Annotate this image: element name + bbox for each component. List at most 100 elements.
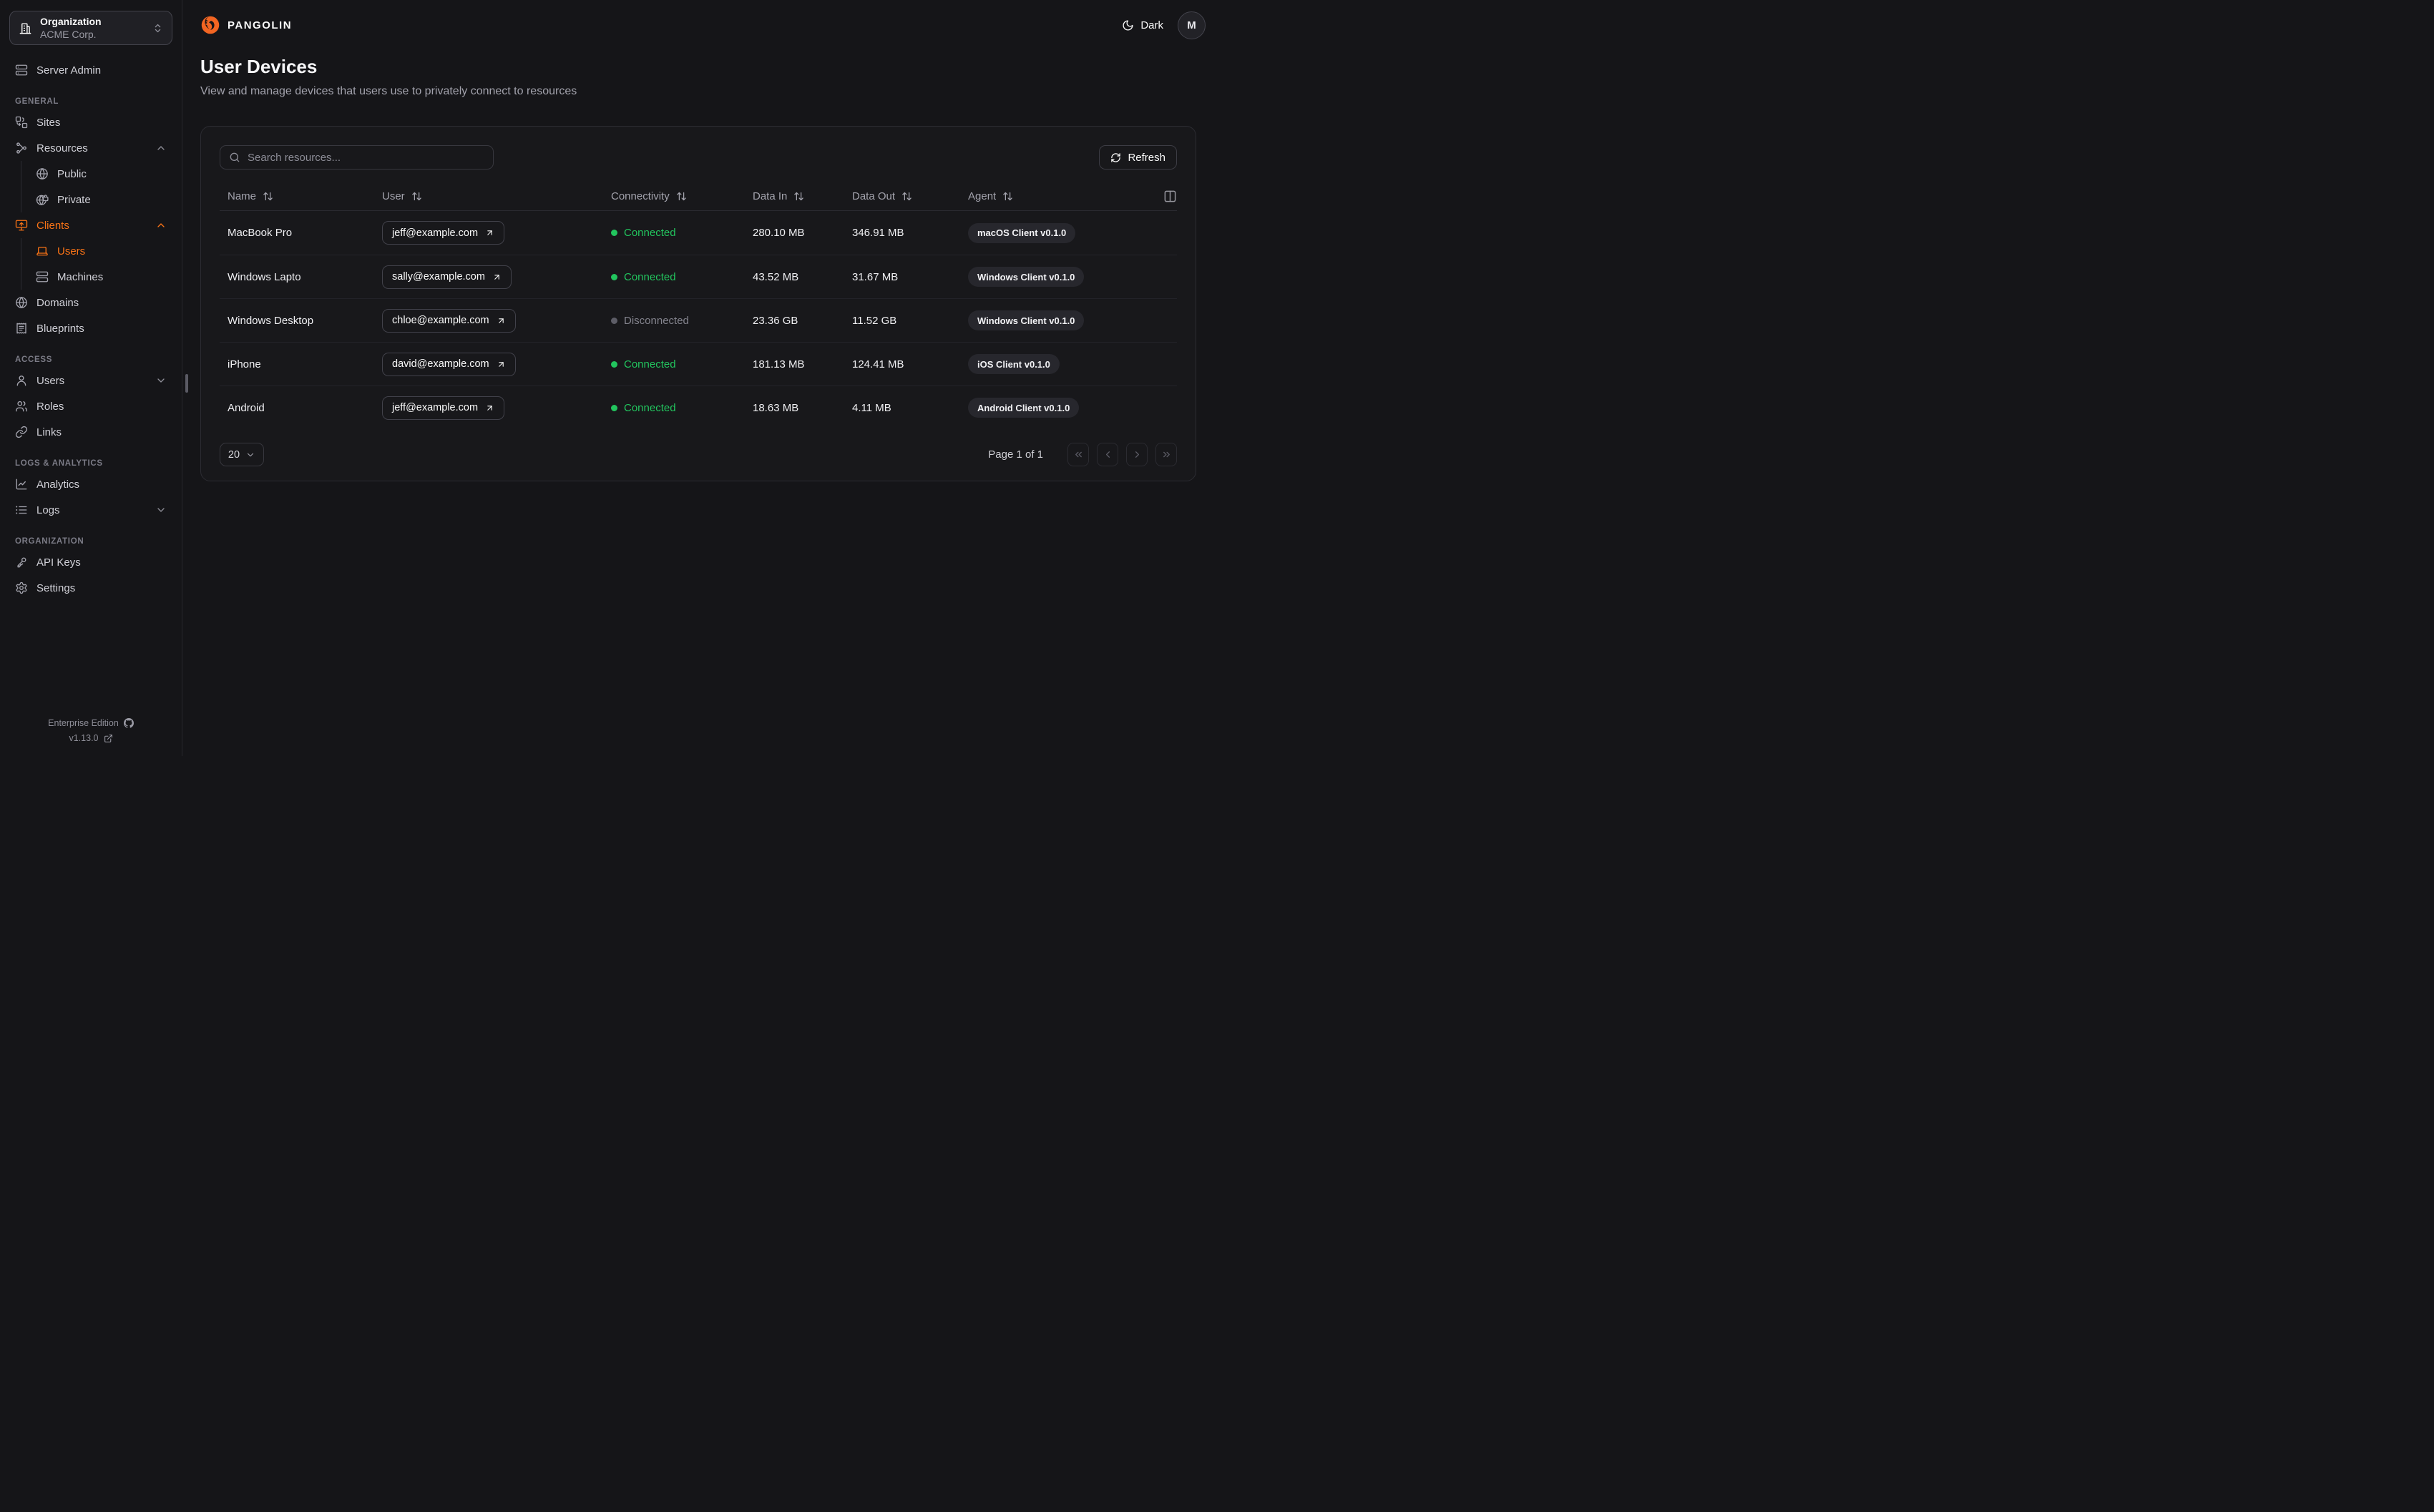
device-name: Android: [228, 401, 265, 414]
table-row[interactable]: Windows Lapto sally@example.com Connecte…: [220, 255, 1177, 298]
sidebar-item-machines[interactable]: Machines: [30, 264, 172, 290]
data-in-value: 43.52 MB: [753, 270, 799, 283]
sidebar-item-api-keys[interactable]: API Keys: [9, 549, 172, 575]
prev-page-button[interactable]: [1097, 443, 1118, 466]
sidebar-item-private[interactable]: Private: [30, 187, 172, 212]
chevron-right-icon: [1132, 449, 1143, 460]
sidebar-item-domains[interactable]: Domains: [9, 290, 172, 315]
sidebar-item-clients[interactable]: Clients: [9, 212, 172, 238]
table-row[interactable]: Windows Desktop chloe@example.com Discon…: [220, 298, 1177, 342]
laptop-icon: [36, 245, 49, 257]
device-name: Windows Lapto: [228, 270, 301, 283]
sidebar-item-analytics[interactable]: Analytics: [9, 471, 172, 497]
sidebar-item-label: Logs: [36, 504, 60, 516]
sidebar-item-label: Clients: [36, 219, 69, 232]
search-input[interactable]: [248, 151, 484, 164]
arrow-up-right-icon: [485, 403, 494, 413]
theme-toggle[interactable]: Dark: [1122, 19, 1163, 31]
sidebar-footer: Enterprise Edition v1.13.0: [9, 718, 172, 749]
org-label: Organization: [40, 15, 102, 27]
table-row[interactable]: Android jeff@example.com Connected 18.63…: [220, 386, 1177, 429]
chevron-down-icon[interactable]: [155, 504, 167, 516]
data-in-value: 18.63 MB: [753, 401, 799, 414]
avatar-initial: M: [1187, 19, 1196, 31]
column-header-user[interactable]: User: [382, 190, 611, 202]
sidebar-item-server-admin[interactable]: Server Admin: [9, 57, 172, 83]
first-page-button[interactable]: [1067, 443, 1089, 466]
users-icon: [15, 400, 28, 413]
sort-icon: [263, 191, 273, 202]
chevron-down-icon[interactable]: [155, 375, 167, 386]
column-header-data-in[interactable]: Data In: [753, 190, 852, 202]
github-icon[interactable]: [123, 718, 134, 728]
data-out-value: 11.52 GB: [852, 314, 897, 327]
data-out-value: 124.41 MB: [852, 358, 904, 370]
sidebar-item-links[interactable]: Links: [9, 419, 172, 445]
table-row[interactable]: iPhone david@example.com Connected 181.1…: [220, 342, 1177, 386]
next-page-button[interactable]: [1126, 443, 1148, 466]
pangolin-logo-icon: [200, 15, 220, 35]
arrow-up-right-icon: [485, 228, 494, 237]
connectivity-status: Connected: [611, 271, 753, 283]
page-title: User Devices: [200, 56, 318, 77]
external-link-icon[interactable]: [104, 734, 113, 743]
avatar[interactable]: M: [1178, 11, 1206, 39]
sidebar-item-users-devices[interactable]: Users: [30, 238, 172, 264]
data-in-value: 181.13 MB: [753, 358, 805, 370]
status-dot: [611, 273, 617, 280]
status-dot: [611, 230, 617, 236]
arrow-up-right-icon: [492, 273, 502, 282]
page-subtitle: View and manage devices that users use t…: [200, 85, 577, 97]
sidebar-item-roles[interactable]: Roles: [9, 393, 172, 419]
column-header-data-out[interactable]: Data Out: [852, 190, 968, 202]
table-row[interactable]: MacBook Pro jeff@example.com Connected 2…: [220, 211, 1177, 255]
page-size-select[interactable]: 20: [220, 443, 264, 466]
sidebar-item-label: API Keys: [36, 556, 81, 569]
chevron-down-icon: [245, 450, 255, 460]
key-icon: [15, 556, 28, 569]
section-label-organization: ORGANIZATION: [15, 537, 84, 546]
sidebar-item-users-access[interactable]: Users: [9, 368, 172, 393]
table-header: Name User Connectivity Data In Data Out …: [220, 182, 1177, 211]
brand[interactable]: PANGOLIN: [200, 15, 292, 35]
connectivity-status: Disconnected: [611, 315, 753, 327]
chevron-up-icon[interactable]: [155, 220, 167, 231]
sidebar-item-resources[interactable]: Resources: [9, 135, 172, 161]
user-chip[interactable]: sally@example.com: [382, 265, 512, 289]
last-page-button[interactable]: [1155, 443, 1177, 466]
search-box[interactable]: [220, 145, 494, 170]
sidebar-item-blueprints[interactable]: Blueprints: [9, 315, 172, 341]
device-name: Windows Desktop: [228, 314, 314, 327]
status-dot: [611, 317, 617, 324]
column-header-agent[interactable]: Agent: [968, 190, 1145, 202]
sidebar-item-label: Resources: [36, 142, 88, 154]
user-chip[interactable]: jeff@example.com: [382, 221, 505, 245]
column-header-name[interactable]: Name: [220, 190, 382, 202]
sidebar-item-settings[interactable]: Settings: [9, 575, 172, 601]
arrow-up-right-icon: [497, 360, 506, 369]
theme-label: Dark: [1140, 19, 1163, 31]
user-chip[interactable]: david@example.com: [382, 352, 516, 376]
column-header-connectivity[interactable]: Connectivity: [611, 190, 753, 202]
chevron-up-icon[interactable]: [155, 142, 167, 154]
sidebar-item-logs[interactable]: Logs: [9, 497, 172, 523]
agent-badge: iOS Client v0.1.0: [968, 354, 1060, 374]
chevron-left-icon: [1103, 449, 1113, 460]
sidebar-item-label: Roles: [36, 400, 64, 413]
org-selector[interactable]: Organization ACME Corp.: [9, 11, 172, 45]
chevrons-right-icon: [1161, 449, 1172, 460]
columns-icon[interactable]: [1163, 190, 1177, 203]
sidebar-item-label: Public: [57, 167, 87, 180]
sidebar-item-label: Blueprints: [36, 322, 84, 335]
refresh-icon: [1110, 152, 1121, 163]
sidebar-item-sites[interactable]: Sites: [9, 109, 172, 135]
user-chip[interactable]: jeff@example.com: [382, 396, 505, 420]
agent-badge: Windows Client v0.1.0: [968, 310, 1085, 330]
sidebar: Organization ACME Corp. Server Admin GEN…: [0, 0, 182, 756]
version-label: v1.13.0: [69, 733, 99, 743]
connectivity-status: Connected: [611, 402, 753, 414]
user-chip[interactable]: chloe@example.com: [382, 308, 516, 333]
sidebar-resize-handle[interactable]: [185, 374, 188, 393]
sidebar-item-public[interactable]: Public: [30, 161, 172, 187]
refresh-button[interactable]: Refresh: [1099, 145, 1177, 170]
